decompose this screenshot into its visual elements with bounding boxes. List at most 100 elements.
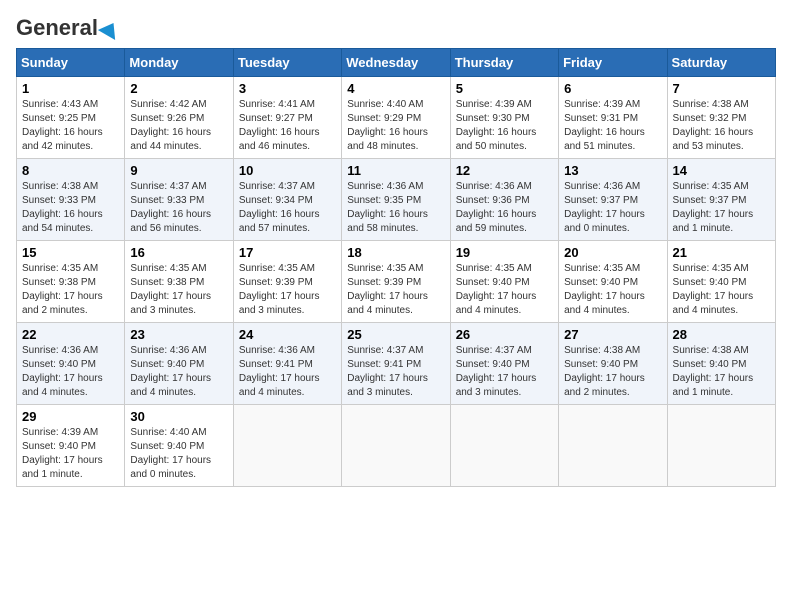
day-number: 1 <box>22 81 119 96</box>
day-number: 28 <box>673 327 770 342</box>
day-info: Sunrise: 4:35 AMSunset: 9:39 PMDaylight:… <box>239 262 336 318</box>
day-number: 3 <box>239 81 336 96</box>
day-number: 26 <box>456 327 553 342</box>
day-number: 12 <box>456 163 553 178</box>
calendar-day-29: 29 Sunrise: 4:39 AMSunset: 9:40 PMDayligh… <box>17 405 125 487</box>
calendar-week-2: 8 Sunrise: 4:38 AMSunset: 9:33 PMDaylight… <box>17 159 776 241</box>
calendar-day-12: 12 Sunrise: 4:36 AMSunset: 9:36 PMDayligh… <box>450 159 558 241</box>
day-number: 21 <box>673 245 770 260</box>
calendar-day-30: 30Sunrise: 4:40 AMSunset: 9:40 PMDayligh… <box>125 405 233 487</box>
day-number: 4 <box>347 81 444 96</box>
calendar-day-16: 16 Sunrise: 4:35 AMSunset: 9:38 PMDayligh… <box>125 241 233 323</box>
day-info: Sunrise: 4:35 AMSunset: 9:37 PMDaylight:… <box>673 180 770 236</box>
calendar-day-14: 14 Sunrise: 4:35 AMSunset: 9:37 PMDayligh… <box>667 159 775 241</box>
calendar-week-5: 29 Sunrise: 4:39 AMSunset: 9:40 PMDayligh… <box>17 405 776 487</box>
calendar-header-row: SundayMondayTuesdayWednesdayThursdayFrid… <box>17 49 776 77</box>
calendar-day-11: 11 Sunrise: 4:36 AMSunset: 9:35 PMDayligh… <box>342 159 450 241</box>
calendar-day-2: 2Sunrise: 4:42 AMSunset: 9:26 PMDaylight… <box>125 77 233 159</box>
empty-cell <box>559 405 667 487</box>
day-info: Sunrise: 4:36 AMSunset: 9:35 PMDaylight:… <box>347 180 444 236</box>
calendar-week-1: 1 Sunrise: 4:43 AMSunset: 9:25 PMDaylight… <box>17 77 776 159</box>
header-tuesday: Tuesday <box>233 49 341 77</box>
logo-triangle-icon <box>98 18 122 40</box>
day-info: Sunrise: 4:35 AMSunset: 9:40 PMDaylight:… <box>456 262 553 318</box>
day-info: Sunrise: 4:37 AMSunset: 9:41 PMDaylight:… <box>347 344 444 400</box>
calendar-day-18: 18Sunrise: 4:35 AMSunset: 9:39 PMDayligh… <box>342 241 450 323</box>
calendar-day-4: 4 Sunrise: 4:40 AMSunset: 9:29 PMDaylight… <box>342 77 450 159</box>
day-info: Sunrise: 4:40 AMSunset: 9:40 PMDaylight:… <box>130 426 227 482</box>
calendar-day-20: 20 Sunrise: 4:35 AMSunset: 9:40 PMDayligh… <box>559 241 667 323</box>
header-monday: Monday <box>125 49 233 77</box>
day-number: 19 <box>456 245 553 260</box>
day-info: Sunrise: 4:39 AMSunset: 9:31 PMDaylight:… <box>564 98 661 154</box>
day-info: Sunrise: 4:41 AMSunset: 9:27 PMDaylight:… <box>239 98 336 154</box>
empty-cell <box>450 405 558 487</box>
empty-cell <box>342 405 450 487</box>
calendar-day-24: 24Sunrise: 4:36 AMSunset: 9:41 PMDayligh… <box>233 323 341 405</box>
calendar-day-21: 21 Sunrise: 4:35 AMSunset: 9:40 PMDayligh… <box>667 241 775 323</box>
page-header: General <box>16 16 776 40</box>
day-info: Sunrise: 4:39 AMSunset: 9:30 PMDaylight:… <box>456 98 553 154</box>
day-number: 8 <box>22 163 119 178</box>
day-number: 10 <box>239 163 336 178</box>
calendar-day-23: 23 Sunrise: 4:36 AMSunset: 9:40 PMDayligh… <box>125 323 233 405</box>
day-info: Sunrise: 4:37 AMSunset: 9:34 PMDaylight:… <box>239 180 336 236</box>
day-info: Sunrise: 4:36 AMSunset: 9:40 PMDaylight:… <box>130 344 227 400</box>
day-info: Sunrise: 4:38 AMSunset: 9:32 PMDaylight:… <box>673 98 770 154</box>
header-saturday: Saturday <box>667 49 775 77</box>
day-number: 15 <box>22 245 119 260</box>
day-info: Sunrise: 4:36 AMSunset: 9:36 PMDaylight:… <box>456 180 553 236</box>
day-info: Sunrise: 4:38 AMSunset: 9:40 PMDaylight:… <box>564 344 661 400</box>
day-number: 2 <box>130 81 227 96</box>
day-number: 20 <box>564 245 661 260</box>
day-number: 17 <box>239 245 336 260</box>
day-number: 25 <box>347 327 444 342</box>
calendar-day-10: 10 Sunrise: 4:37 AMSunset: 9:34 PMDayligh… <box>233 159 341 241</box>
day-number: 11 <box>347 163 444 178</box>
day-number: 23 <box>130 327 227 342</box>
empty-cell <box>667 405 775 487</box>
header-thursday: Thursday <box>450 49 558 77</box>
day-number: 29 <box>22 409 119 424</box>
day-info: Sunrise: 4:35 AMSunset: 9:38 PMDaylight:… <box>22 262 119 318</box>
day-info: Sunrise: 4:36 AMSunset: 9:40 PMDaylight:… <box>22 344 119 400</box>
calendar-day-3: 3 Sunrise: 4:41 AMSunset: 9:27 PMDaylight… <box>233 77 341 159</box>
calendar-day-6: 6 Sunrise: 4:39 AMSunset: 9:31 PMDaylight… <box>559 77 667 159</box>
day-info: Sunrise: 4:39 AMSunset: 9:40 PMDaylight:… <box>22 426 119 482</box>
calendar-day-15: 15 Sunrise: 4:35 AMSunset: 9:38 PMDayligh… <box>17 241 125 323</box>
calendar-day-7: 7Sunrise: 4:38 AMSunset: 9:32 PMDaylight… <box>667 77 775 159</box>
day-info: Sunrise: 4:40 AMSunset: 9:29 PMDaylight:… <box>347 98 444 154</box>
logo-general-text: General <box>16 16 120 40</box>
day-info: Sunrise: 4:37 AMSunset: 9:33 PMDaylight:… <box>130 180 227 236</box>
calendar-table: SundayMondayTuesdayWednesdayThursdayFrid… <box>16 48 776 487</box>
calendar-week-4: 22Sunrise: 4:36 AMSunset: 9:40 PMDayligh… <box>17 323 776 405</box>
calendar-day-22: 22Sunrise: 4:36 AMSunset: 9:40 PMDayligh… <box>17 323 125 405</box>
day-info: Sunrise: 4:35 AMSunset: 9:40 PMDaylight:… <box>564 262 661 318</box>
day-number: 9 <box>130 163 227 178</box>
day-info: Sunrise: 4:35 AMSunset: 9:38 PMDaylight:… <box>130 262 227 318</box>
header-friday: Friday <box>559 49 667 77</box>
day-info: Sunrise: 4:43 AMSunset: 9:25 PMDaylight:… <box>22 98 119 154</box>
calendar-day-5: 5 Sunrise: 4:39 AMSunset: 9:30 PMDaylight… <box>450 77 558 159</box>
calendar-day-25: 25 Sunrise: 4:37 AMSunset: 9:41 PMDayligh… <box>342 323 450 405</box>
calendar-day-17: 17 Sunrise: 4:35 AMSunset: 9:39 PMDayligh… <box>233 241 341 323</box>
day-number: 27 <box>564 327 661 342</box>
header-wednesday: Wednesday <box>342 49 450 77</box>
day-number: 6 <box>564 81 661 96</box>
day-number: 5 <box>456 81 553 96</box>
day-number: 14 <box>673 163 770 178</box>
day-info: Sunrise: 4:36 AMSunset: 9:37 PMDaylight:… <box>564 180 661 236</box>
day-number: 16 <box>130 245 227 260</box>
day-number: 24 <box>239 327 336 342</box>
calendar-day-27: 27 Sunrise: 4:38 AMSunset: 9:40 PMDayligh… <box>559 323 667 405</box>
day-info: Sunrise: 4:38 AMSunset: 9:33 PMDaylight:… <box>22 180 119 236</box>
day-info: Sunrise: 4:37 AMSunset: 9:40 PMDaylight:… <box>456 344 553 400</box>
empty-cell <box>233 405 341 487</box>
calendar-day-26: 26 Sunrise: 4:37 AMSunset: 9:40 PMDayligh… <box>450 323 558 405</box>
day-info: Sunrise: 4:38 AMSunset: 9:40 PMDaylight:… <box>673 344 770 400</box>
logo: General <box>16 16 120 40</box>
calendar-day-19: 19 Sunrise: 4:35 AMSunset: 9:40 PMDayligh… <box>450 241 558 323</box>
day-info: Sunrise: 4:35 AMSunset: 9:40 PMDaylight:… <box>673 262 770 318</box>
day-number: 18 <box>347 245 444 260</box>
header-sunday: Sunday <box>17 49 125 77</box>
